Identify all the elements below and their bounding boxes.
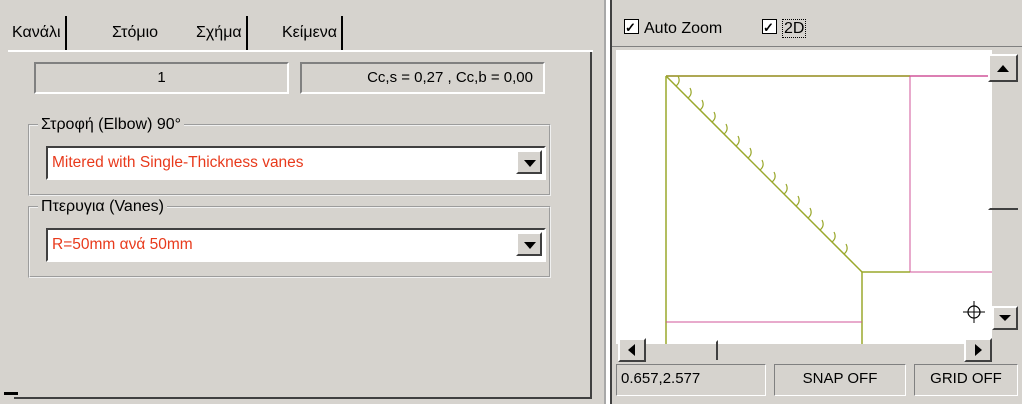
checkbox-checked-icon — [624, 17, 639, 39]
auto-zoom-label: Auto Zoom — [644, 20, 723, 37]
scroll-right-button[interactable] — [964, 338, 992, 362]
grid-status[interactable]: GRID OFF — [914, 364, 1018, 396]
resize-handle — [4, 392, 18, 395]
arrow-down-icon — [999, 315, 1011, 321]
chevron-down-icon — [524, 242, 536, 249]
elbow-type-value: Mitered with Single-Thickness vanes — [52, 154, 304, 171]
2d-checkbox[interactable]: 2D — [762, 17, 807, 40]
arrow-up-icon — [997, 65, 1009, 72]
tab-outlet[interactable]: Στόμιο — [108, 16, 162, 50]
panel-splitter[interactable] — [604, 0, 612, 404]
vanes-group-label: Πτερυγια (Vanes) — [38, 197, 167, 217]
shape-tab-content: 1 Cc,s = 0,27 , Cc,b = 0,00 Στροφή (Elbo… — [14, 52, 592, 399]
tab-shape[interactable]: Σχήμα — [192, 16, 248, 50]
toolbar-separator — [612, 46, 1022, 47]
elbow-type-select[interactable]: Mitered with Single-Thickness vanes — [46, 146, 546, 180]
properties-panel: Κανάλι Στόμιο Σχήμα Κείμενα 1 Cc,s = 0,2… — [0, 0, 604, 404]
elbow-drawing — [665, 75, 992, 344]
arrow-left-icon — [628, 344, 635, 356]
coords-status: 0.657,2.577 — [616, 364, 766, 396]
duct-preview-canvas[interactable] — [616, 50, 992, 344]
tab-channel[interactable]: Κανάλι — [8, 16, 67, 50]
scroll-down-button[interactable] — [992, 306, 1018, 330]
preview-panel: Auto Zoom 2D — [612, 0, 1022, 404]
elbow-group: Στροφή (Elbow) 90° Mitered with Single-T… — [28, 115, 551, 196]
vanes-spacing-select[interactable]: R=50mm ανά 50mm — [46, 228, 546, 262]
auto-zoom-checkbox[interactable]: Auto Zoom — [624, 17, 723, 40]
elbow-dropdown-button[interactable] — [516, 150, 542, 174]
arrow-right-icon — [975, 344, 982, 356]
miter-line — [665, 75, 863, 273]
checkbox-checked-icon — [762, 17, 777, 39]
2d-label: 2D — [782, 19, 807, 38]
scroll-left-button[interactable] — [618, 338, 646, 362]
vanes-dropdown-button[interactable] — [516, 232, 542, 256]
snap-status[interactable]: SNAP OFF — [774, 364, 906, 396]
vanes-group: Πτερυγια (Vanes) R=50mm ανά 50mm — [28, 197, 551, 278]
chevron-down-icon — [524, 160, 536, 167]
coefficients-field: Cc,s = 0,27 , Cc,b = 0,00 — [300, 62, 545, 94]
scroll-up-button[interactable] — [988, 54, 1018, 82]
index-field: 1 — [34, 62, 289, 94]
tab-texts[interactable]: Κείμενα — [278, 16, 343, 50]
turning-vanes — [675, 75, 848, 255]
vanes-spacing-value: R=50mm ανά 50mm — [52, 236, 193, 253]
crosshair-icon[interactable] — [962, 300, 986, 324]
horizontal-scroll-thumb[interactable] — [682, 340, 718, 360]
vertical-scroll-thumb[interactable] — [988, 190, 1018, 210]
elbow-group-label: Στροφή (Elbow) 90° — [38, 115, 185, 135]
